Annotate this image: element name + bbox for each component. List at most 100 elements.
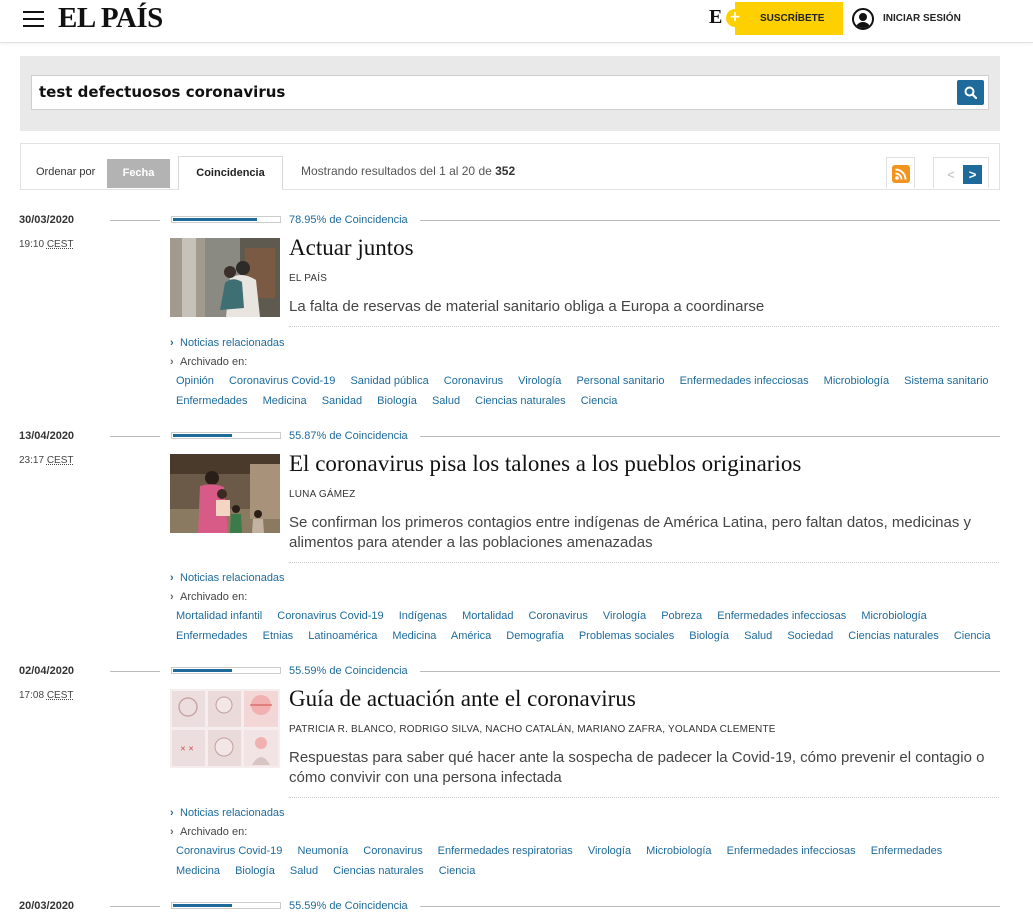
search-result: 20/03/2020 55.59% de Coincidencia [0,900,1033,919]
result-title-link[interactable]: Guía de actuación ante el coronavirus [289,686,636,712]
related-news-link[interactable]: Noticias relacionadas [170,807,285,819]
subscribe-button[interactable]: SUSCRÍBETE [735,2,843,35]
tag-link[interactable]: Medicina [392,630,436,642]
relevance-bar-fill [173,218,257,221]
tag-link[interactable]: Biología [689,630,729,642]
relevance-score-value: 55.59% [289,900,327,912]
tag-link[interactable]: Enfermedades [176,630,248,642]
tag-link[interactable]: Sociedad [787,630,833,642]
tag-link[interactable]: Salud [744,630,772,642]
tag-link[interactable]: Ciencia [954,630,991,642]
tag-link[interactable]: Sanidad [322,395,362,407]
svg-text:✕ ✕: ✕ ✕ [180,745,194,753]
tag-link[interactable]: Ciencias naturales [475,395,566,407]
result-thumbnail[interactable]: ✕ ✕ [170,689,280,768]
user-icon [852,8,874,30]
tag-link[interactable]: Salud [432,395,460,407]
divider [110,436,160,437]
next-page-button[interactable]: > [963,165,982,184]
previous-page-button[interactable]: < [943,166,959,183]
tag-link[interactable]: Coronavirus [529,610,588,622]
site-logo[interactable]: EL PAÍS [58,2,163,35]
sort-by-date-button[interactable]: Fecha [107,159,170,188]
tag-link[interactable]: Microbiología [646,845,711,857]
relevance-bar [171,432,281,439]
rss-button[interactable] [886,157,915,188]
tag-link[interactable]: Biología [235,865,275,877]
result-timezone: CEST [46,455,74,466]
tag-link[interactable]: Mortalidad [462,610,513,622]
tag-link[interactable]: Etnias [263,630,294,642]
result-summary: Se confirman los primeros contagios entr… [289,514,972,551]
tag-link[interactable]: Coronavirus Covid-19 [229,375,335,387]
plus-icon: + [726,9,744,27]
tag-link[interactable]: Enfermedades [871,845,943,857]
search-button[interactable] [957,80,984,105]
tag-link[interactable]: Ciencias naturales [333,865,424,877]
relevance-score: 55.87% de Coincidencia [289,430,408,442]
tag-link[interactable]: Neumonía [297,845,348,857]
tag-link[interactable]: Virología [588,845,631,857]
subscribe-label: SUSCRÍBETE [760,13,825,24]
tag-link[interactable]: Coronavirus Covid-19 [277,610,383,622]
tag-link[interactable]: Latinoamérica [308,630,377,642]
relevance-score-suffix: de Coincidencia [326,665,408,677]
divider [289,326,999,327]
relevance-score-suffix: de Coincidencia [326,900,408,912]
tag-link[interactable]: Virología [603,610,646,622]
tag-link[interactable]: Enfermedades infecciosas [680,375,809,387]
search-icon [964,86,977,99]
tag-link[interactable]: Mortalidad infantil [176,610,262,622]
result-thumbnail[interactable] [170,238,280,317]
tag-link[interactable]: Enfermedades [176,395,248,407]
archived-in-label: Archivado en: [170,591,247,603]
tag-link[interactable]: Pobreza [661,610,702,622]
tag-link[interactable]: Medicina [263,395,307,407]
tag-link[interactable]: Coronavirus [363,845,422,857]
tag-link[interactable]: Coronavirus [444,375,503,387]
relevance-score-suffix: de Coincidencia [326,214,408,226]
tag-link[interactable]: Ciencia [439,865,476,877]
login-button[interactable]: INICIAR SESIÓN [845,2,995,35]
related-news-link[interactable]: Noticias relacionadas [170,337,285,349]
tag-link[interactable]: Enfermedades infecciosas [717,610,846,622]
tag-link[interactable]: Problemas sociales [579,630,674,642]
tag-link[interactable]: Sistema sanitario [904,375,988,387]
divider [110,906,160,907]
result-date: 13/04/2020 [19,430,75,442]
sort-bar: Ordenar por Fecha Coincidencia Mostrando… [20,143,1000,190]
tag-link[interactable]: Microbiología [824,375,889,387]
tag-link[interactable]: Personal sanitario [576,375,664,387]
result-timezone: CEST [46,690,74,701]
tag-link[interactable]: América [451,630,491,642]
sort-by-relevance-button[interactable]: Coincidencia [178,156,283,190]
tag-link[interactable]: Enfermedades respiratorias [438,845,573,857]
tag-link[interactable]: Ciencia [581,395,618,407]
relevance-score-value: 78.95% [289,214,327,226]
tag-link[interactable]: Coronavirus Covid-19 [176,845,282,857]
tag-link[interactable]: Demografía [506,630,563,642]
tag-link[interactable]: Ciencias naturales [848,630,939,642]
result-time: 17:08 CEST [19,690,73,701]
related-news-link[interactable]: Noticias relacionadas [170,572,285,584]
tag-list: Mortalidad infantil Coronavirus Covid-19… [176,606,1006,646]
tag-link[interactable]: Virología [518,375,561,387]
tag-link[interactable]: Salud [290,865,318,877]
result-thumbnail[interactable] [170,454,280,533]
result-time-value: 23:17 [19,455,45,466]
login-label: INICIAR SESIÓN [883,13,961,24]
tag-link[interactable]: Indígenas [399,610,447,622]
tag-link[interactable]: Opinión [176,375,214,387]
tag-link[interactable]: Sanidad pública [350,375,428,387]
hamburger-menu-icon[interactable] [23,11,44,27]
tag-link[interactable]: Biología [377,395,417,407]
tag-link[interactable]: Medicina [176,865,220,877]
tag-link[interactable]: Enfermedades infecciosas [727,845,856,857]
result-time-value: 19:10 [19,239,45,250]
relevance-bar [171,667,281,674]
archived-in-label: Archivado en: [170,826,247,838]
tag-link[interactable]: Microbiología [861,610,926,622]
result-title-link[interactable]: El coronavirus pisa los talones a los pu… [289,451,801,477]
search-input[interactable]: test defectuosos coronavirus [31,75,989,110]
result-title-link[interactable]: Actuar juntos [289,235,414,261]
